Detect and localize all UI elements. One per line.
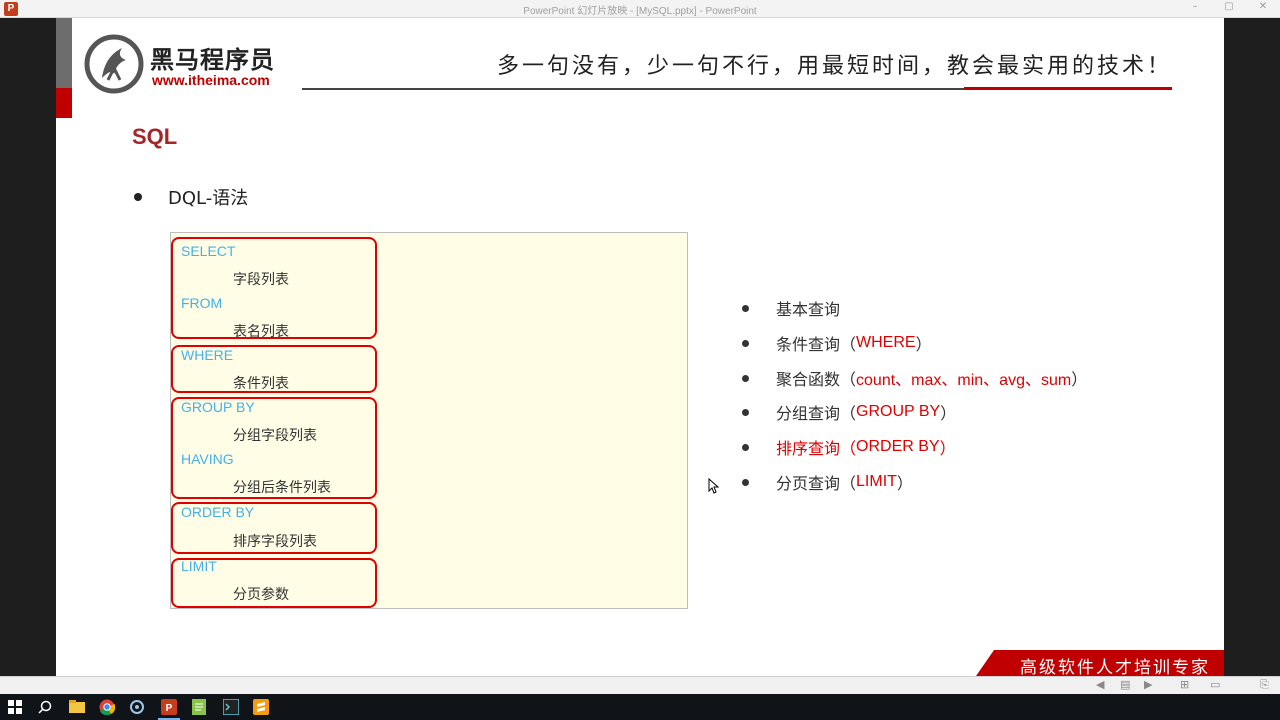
bullet-dot	[742, 374, 749, 382]
horse-logo-icon	[84, 34, 144, 94]
value-condition-list: 条件列表	[233, 376, 289, 392]
topic-text: 分页查询（	[776, 474, 857, 493]
topic-keyword: GROUP BY	[856, 403, 941, 420]
window-titlebar: P PowerPoint 幻灯片放映 - [MySQL.pptx] - Powe…	[0, 0, 1280, 18]
value-sort-field-list: 排序字段列表	[233, 534, 317, 550]
keyword-order-by: ORDER BY	[181, 504, 255, 520]
topic-sort-query: 排序查询（ ORDER BY）	[742, 435, 956, 459]
topic-group-query: 分组查询（ GROUP BY）	[742, 400, 956, 424]
mouse-cursor-icon	[708, 478, 720, 494]
window-title: PowerPoint 幻灯片放映 - [MySQL.pptx] - PowerP…	[523, 6, 757, 17]
keyword-limit: LIMIT	[181, 558, 217, 574]
bottom-banner: 高级软件人才培训专家	[976, 650, 1224, 676]
topic-suffix: ）	[1071, 370, 1088, 389]
powerpoint-icon[interactable]: P	[158, 698, 180, 720]
topic-suffix: ）	[896, 474, 913, 493]
topic-condition-query: 条件查询（ WHERE）	[742, 331, 932, 355]
banner-text: 高级软件人才培训专家	[1020, 658, 1210, 676]
value-group-field-list: 分组字段列表	[233, 428, 317, 444]
clause-where: WHERE 条件列表	[171, 345, 377, 393]
maximize-button[interactable]: ▢	[1214, 1, 1244, 12]
bullet-dot	[742, 443, 749, 451]
topic-keyword: LIMIT	[856, 473, 897, 490]
value-table-list: 表名列表	[233, 324, 289, 340]
decor-gray-bar	[56, 18, 72, 88]
topic-keyword: count、max、min、avg、sum	[856, 372, 1072, 389]
close-button[interactable]: ✕	[1248, 1, 1278, 12]
bullet-dot	[134, 193, 142, 201]
slide[interactable]: 黑马程序员 www.itheima.com 多一句没有，少一句不行，用最短时间，…	[56, 18, 1224, 676]
topic-text: 分组查询（	[776, 404, 857, 423]
topic-basic-query: 基本查询	[742, 296, 840, 320]
bullet-dot	[742, 339, 749, 347]
sublime-icon[interactable]	[252, 698, 270, 716]
bullet-dot	[742, 408, 749, 416]
clause-select-from: SELECT 字段列表 FROM 表名列表	[171, 237, 377, 340]
slogan: 多一句没有，少一句不行，用最短时间，教会最实用的技术！	[496, 54, 1172, 79]
topic-suffix: ）	[915, 335, 932, 354]
decor-red-bar	[56, 88, 72, 118]
brand-name: 黑马程序员	[150, 46, 275, 74]
bullet-dot	[742, 478, 749, 486]
clause-group-by-having: GROUP BY 分组字段列表 HAVING 分组后条件列表	[171, 397, 377, 499]
notepad-icon[interactable]	[190, 698, 208, 716]
dql-syntax-panel: SELECT 字段列表 FROM 表名列表 WHERE 条件列表 GROUP B…	[170, 232, 688, 609]
view-grid-icon[interactable]: ⊞	[1180, 678, 1189, 691]
value-having-condition-list: 分组后条件列表	[233, 480, 331, 496]
svg-text:P: P	[166, 703, 173, 714]
keyword-group-by: GROUP BY	[181, 399, 255, 415]
keyword-from: FROM	[181, 295, 223, 311]
next-slide-icon[interactable]: ▶	[1144, 678, 1152, 691]
topic-paging-query: 分页查询（ LIMIT）	[742, 470, 913, 494]
brand-url: www.itheima.com	[152, 72, 270, 88]
terminal-icon[interactable]	[222, 698, 240, 716]
slideshow-left-margin	[0, 18, 56, 676]
file-explorer-icon[interactable]	[68, 698, 86, 716]
taskbar: P	[0, 694, 1280, 720]
topic-keyword: WHERE	[856, 334, 916, 351]
section-title: SQL	[132, 124, 178, 149]
keyword-select: SELECT	[181, 243, 236, 259]
topic-text: 聚合函数（	[776, 370, 857, 389]
minimize-button[interactable]: –	[1180, 1, 1210, 12]
chrome-icon[interactable]	[98, 698, 116, 716]
clause-limit: LIMIT 分页参数	[171, 558, 377, 608]
topic-keyword: ORDER BY	[856, 438, 940, 455]
topic-suffix: ）	[939, 439, 956, 458]
keyword-where: WHERE	[181, 347, 234, 363]
topic-text: 基本查询	[776, 300, 841, 319]
app-icon[interactable]	[128, 698, 146, 716]
slide-menu-icon[interactable]: ▤	[1120, 678, 1130, 691]
logo: 黑马程序员 www.itheima.com	[84, 32, 284, 96]
slideshow-right-margin	[1224, 18, 1280, 676]
value-paging-params: 分页参数	[233, 587, 289, 603]
screen-view-icon[interactable]: ▭	[1210, 678, 1220, 691]
more-options-icon[interactable]: ⎘	[1260, 678, 1269, 692]
windows-start-icon[interactable]	[6, 698, 24, 716]
main-bullet: DQL-语法	[134, 184, 248, 210]
value-field-list: 字段列表	[233, 272, 289, 288]
clause-order-by: ORDER BY 排序字段列表	[171, 502, 377, 554]
topic-text: 排序查询（	[776, 439, 857, 458]
header-divider-accent	[964, 87, 1172, 90]
topic-suffix: ）	[940, 404, 957, 423]
main-bullet-text: DQL-语法	[168, 188, 249, 209]
topic-aggregate-functions: 聚合函数（ count、max、min、avg、sum）	[742, 366, 1087, 390]
slideshow-control-bar: ◀ ▤ ▶ ⊞ ▭ ⎘	[0, 676, 1280, 694]
search-icon[interactable]	[36, 698, 54, 716]
bullet-dot	[742, 304, 749, 312]
topic-text: 条件查询（	[776, 335, 857, 354]
keyword-having: HAVING	[181, 451, 234, 467]
previous-slide-icon[interactable]: ◀	[1096, 678, 1104, 691]
